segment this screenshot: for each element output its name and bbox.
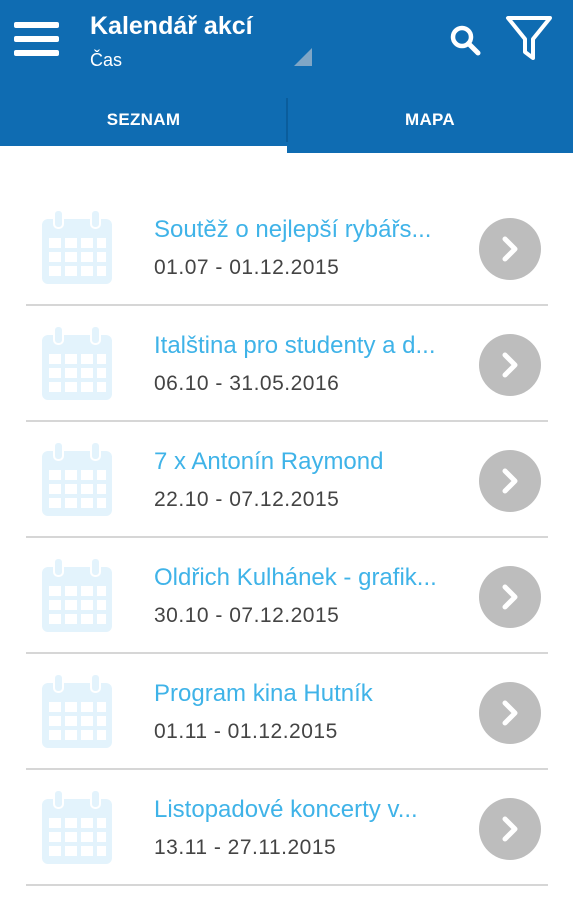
event-title: 7 x Antonín Raymond	[154, 448, 384, 475]
chevron-right-icon	[502, 352, 518, 378]
event-row[interactable]: Italština pro studenty a d... 06.10 - 31…	[0, 306, 573, 422]
app-subtitle: Čas	[90, 50, 123, 70]
event-list: Soutěž o nejlepší rybářs... 01.07 - 01.1…	[0, 190, 573, 886]
open-event-button[interactable]	[479, 566, 541, 628]
event-row[interactable]: Program kina Hutník 01.11 - 01.12.2015	[0, 654, 573, 770]
event-dates: 13.11 - 27.11.2015	[154, 836, 337, 859]
chevron-right-icon	[502, 816, 518, 842]
open-event-button[interactable]	[479, 218, 541, 280]
tab-mapa-label: MAPA	[405, 109, 455, 129]
event-row[interactable]: 7 x Antonín Raymond 22.10 - 07.12.2015	[0, 422, 573, 538]
row-separator	[26, 884, 548, 886]
tab-selected-indicator	[0, 146, 287, 153]
chevron-right-icon	[502, 468, 518, 494]
event-title: Soutěž o nejlepší rybářs...	[154, 216, 432, 243]
open-event-button[interactable]	[479, 682, 541, 744]
chevron-right-icon	[502, 700, 518, 726]
calendar-icon	[42, 210, 112, 284]
event-dates: 30.10 - 07.12.2015	[154, 604, 340, 627]
event-row[interactable]: Listopadové koncerty v... 13.11 - 27.11.…	[0, 770, 573, 886]
app-title: Kalendář akcí	[90, 12, 253, 40]
calendar-icon	[42, 790, 112, 864]
search-button[interactable]	[445, 20, 487, 62]
event-dates: 22.10 - 07.12.2015	[154, 488, 340, 511]
event-title: Program kina Hutník	[154, 680, 373, 707]
search-icon	[450, 25, 481, 56]
event-title: Oldřich Kulhánek - grafik...	[154, 564, 437, 591]
filter-funnel-icon	[506, 16, 552, 60]
tab-seznam[interactable]: SEZNAM	[0, 86, 287, 153]
event-dates: 01.11 - 01.12.2015	[154, 720, 338, 743]
calendar-icon	[42, 558, 112, 632]
app-bar: Kalendář akcí Čas SEZNAM MAPA	[0, 0, 573, 153]
event-title: Italština pro studenty a d...	[154, 332, 436, 359]
open-event-button[interactable]	[479, 334, 541, 396]
tab-seznam-label: SEZNAM	[106, 109, 181, 129]
hamburger-menu-icon[interactable]	[14, 20, 59, 58]
open-event-button[interactable]	[479, 450, 541, 512]
filter-button[interactable]	[502, 12, 556, 66]
title-spinner[interactable]: Kalendář akcí Čas	[90, 12, 320, 74]
calendar-icon	[42, 442, 112, 516]
event-row[interactable]: Oldřich Kulhánek - grafik... 30.10 - 07.…	[0, 538, 573, 654]
event-row[interactable]: Soutěž o nejlepší rybářs... 01.07 - 01.1…	[0, 190, 573, 306]
chevron-right-icon	[502, 236, 518, 262]
calendar-icon	[42, 674, 112, 748]
chevron-right-icon	[502, 584, 518, 610]
open-event-button[interactable]	[479, 798, 541, 860]
event-dates: 01.07 - 01.12.2015	[154, 256, 340, 279]
dropdown-corner-icon	[294, 48, 312, 66]
event-title: Listopadové koncerty v...	[154, 796, 418, 823]
event-dates: 06.10 - 31.05.2016	[154, 372, 340, 395]
tab-mapa[interactable]: MAPA	[287, 86, 573, 153]
calendar-icon	[42, 326, 112, 400]
